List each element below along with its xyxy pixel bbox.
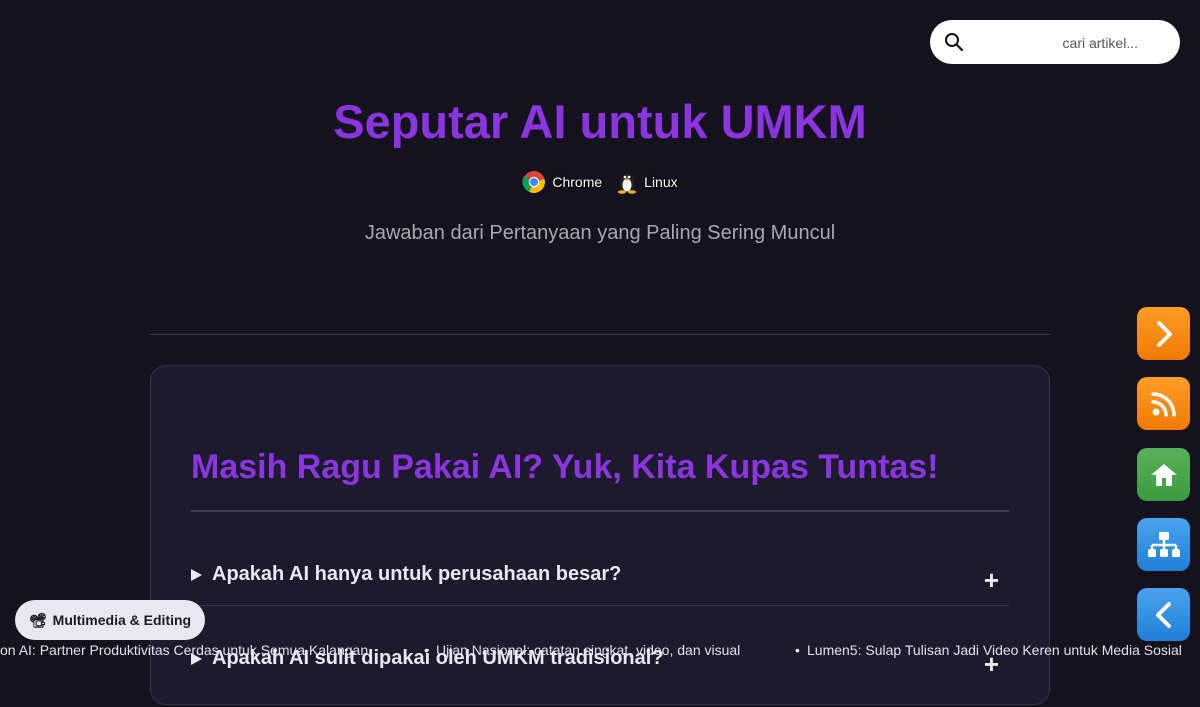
category-pill[interactable]: 📽 Multimedia & Editing bbox=[15, 600, 205, 640]
badge-label: Chrome bbox=[552, 174, 603, 190]
badge-linux: Linux bbox=[616, 170, 678, 194]
platform-badges: Chrome Linux bbox=[0, 170, 1200, 194]
rss-icon bbox=[1150, 391, 1176, 417]
home-icon bbox=[1150, 463, 1177, 486]
sitemap-button[interactable] bbox=[1137, 518, 1190, 571]
home-button[interactable] bbox=[1137, 448, 1190, 501]
search-box[interactable] bbox=[930, 20, 1180, 66]
divider bbox=[150, 334, 1050, 335]
linux-tux-icon bbox=[618, 174, 637, 194]
category-label: Multimedia & Editing bbox=[52, 612, 192, 628]
badge-chrome: Chrome bbox=[522, 170, 602, 194]
chevron-right-icon bbox=[1156, 320, 1172, 347]
rss-button[interactable] bbox=[1137, 377, 1190, 430]
projector-icon: 📽 bbox=[28, 611, 47, 628]
next-button[interactable] bbox=[1137, 307, 1190, 360]
faq-item[interactable]: Apakah AI hanya untuk perusahaan besar? … bbox=[191, 563, 1009, 623]
page-title: Seputar AI untuk UMKM bbox=[333, 95, 867, 148]
chrome-icon bbox=[522, 171, 546, 193]
disclosure-triangle-icon bbox=[191, 568, 202, 581]
ticker-bullet: • bbox=[795, 642, 800, 658]
badge-label: Linux bbox=[644, 174, 678, 190]
divider bbox=[191, 605, 1009, 606]
faq-question[interactable]: Apakah AI hanya untuk perusahaan besar? bbox=[191, 563, 621, 586]
back-button[interactable] bbox=[1137, 588, 1190, 641]
search-input[interactable] bbox=[974, 20, 1166, 66]
search-icon[interactable] bbox=[944, 32, 964, 52]
news-ticker: on AI: Partner Produktivitas Cerdas untu… bbox=[0, 642, 1200, 662]
ticker-bullet: • bbox=[424, 642, 429, 658]
faq-heading: Masih Ragu Pakai AI? Yuk, Kita Kupas Tun… bbox=[191, 448, 939, 486]
faq-question-text: Apakah AI hanya untuk perusahaan besar? bbox=[212, 563, 622, 585]
chevron-left-icon bbox=[1155, 601, 1171, 628]
ticker-item[interactable]: Lumen5: Sulap Tulisan Jadi Video Keren u… bbox=[807, 642, 1182, 658]
sitemap-icon bbox=[1147, 531, 1180, 557]
divider bbox=[191, 510, 1009, 512]
page-subtitle: Jawaban dari Pertanyaan yang Paling Seri… bbox=[364, 222, 836, 244]
ticker-item[interactable]: Ujian Nasional: catatan singkat, video, … bbox=[436, 642, 740, 658]
ticker-item[interactable]: on AI: Partner Produktivitas Cerdas untu… bbox=[0, 642, 368, 658]
expand-plus-icon[interactable]: + bbox=[984, 565, 999, 596]
